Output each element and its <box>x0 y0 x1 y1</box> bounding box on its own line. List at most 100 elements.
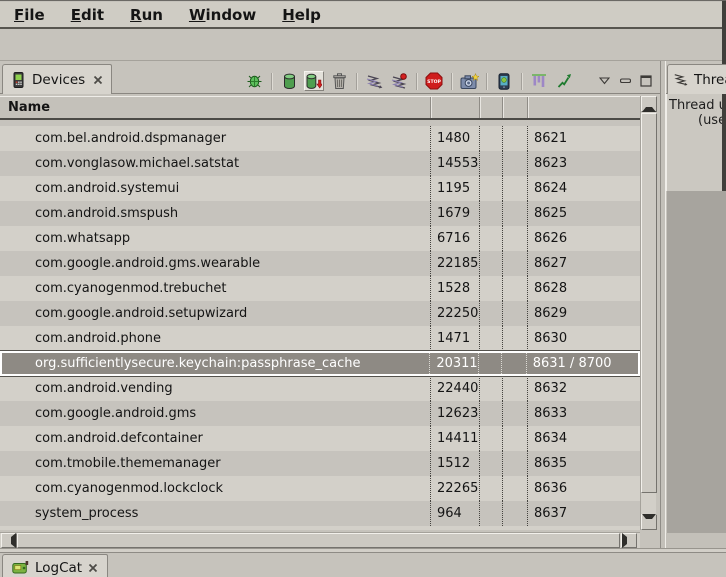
vertical-scrollbar[interactable] <box>640 96 656 530</box>
view-menu-icon[interactable] <box>596 71 612 91</box>
cell-pid: 22265 <box>430 476 479 501</box>
cell-port: 8635 <box>527 451 640 476</box>
cell-name: com.android.systemui <box>0 176 430 201</box>
cell-port: 8637 <box>527 501 640 526</box>
scroll-right-button[interactable] <box>621 533 637 548</box>
cell-3 <box>479 501 502 526</box>
menu-help[interactable]: Help <box>276 5 327 25</box>
cell-pid: 22440 <box>430 376 479 401</box>
table-row[interactable]: com.google.android.gms.wearable 22185 86… <box>0 251 640 276</box>
maximize-icon[interactable] <box>638 71 654 91</box>
menu-run[interactable]: Run <box>124 5 169 25</box>
cell-name: com.cyanogenmod.lockclock <box>0 476 430 501</box>
table-row[interactable]: com.bel.android.dspmanager 1480 8621 <box>0 126 640 151</box>
column-header-name[interactable]: Name <box>0 97 430 118</box>
table-row[interactable]: com.android.systemui 1195 8624 <box>0 176 640 201</box>
cell-3 <box>479 201 502 226</box>
cell-pid: 1512 <box>430 451 479 476</box>
table-header: Name <box>0 96 640 120</box>
cell-name: com.android.phone <box>0 326 430 351</box>
cell-name: com.whatsapp <box>0 226 430 251</box>
cell-port: 8623 <box>527 151 640 176</box>
tab-logcat-label: LogCat <box>35 560 82 576</box>
tab-logcat[interactable]: LogCat <box>2 554 108 577</box>
cause-gc-icon[interactable] <box>329 71 349 91</box>
update-threads-icon[interactable] <box>364 71 384 91</box>
stop-process-icon[interactable]: STOP <box>424 71 444 91</box>
device-view-icon[interactable] <box>494 71 514 91</box>
cell-3 <box>479 326 502 351</box>
minimize-icon[interactable] <box>617 71 633 91</box>
cell-3 <box>479 176 502 201</box>
table-row[interactable]: com.android.defcontainer 14411 8634 <box>0 426 640 451</box>
close-icon[interactable] <box>88 563 98 573</box>
tab-threads-label: Threads <box>694 72 726 88</box>
horizontal-scroll-thumb[interactable] <box>17 533 620 548</box>
scroll-left-button[interactable] <box>1 533 17 548</box>
tab-devices-label: Devices <box>32 72 85 88</box>
close-icon[interactable] <box>93 75 103 85</box>
stop-label: STOP <box>427 79 441 85</box>
dump-hprof-icon[interactable] <box>304 71 324 91</box>
update-heap-icon[interactable] <box>279 71 299 91</box>
devices-tabbar: Devices <box>0 61 660 94</box>
table-row[interactable]: org.sufficientlysecure.keychain:passphra… <box>0 351 640 376</box>
column-header-3[interactable] <box>479 97 502 118</box>
cell-name: com.cyanogenmod.trebuchet <box>0 276 430 301</box>
debug-icon[interactable] <box>244 71 264 91</box>
table-row[interactable]: com.google.android.setupwizard 22250 862… <box>0 301 640 326</box>
cell-4 <box>502 426 527 451</box>
table-row[interactable]: system_process 964 8637 <box>0 501 640 526</box>
tab-threads[interactable]: Threads <box>667 64 726 94</box>
cell-name: com.google.android.gms <box>0 401 430 426</box>
vertical-scroll-thumb[interactable] <box>641 113 657 493</box>
cell-name: com.google.android.gms.wearable <box>0 251 430 276</box>
column-header-4[interactable] <box>502 97 527 118</box>
menu-edit[interactable]: Edit <box>65 5 110 25</box>
devices-toolbar: STOP <box>244 71 654 91</box>
cell-name: com.bel.android.dspmanager <box>0 126 430 151</box>
menu-file[interactable]: File <box>8 5 51 25</box>
cell-4 <box>502 401 527 426</box>
cell-4 <box>502 501 527 526</box>
table-row[interactable]: com.android.vending 22440 8632 <box>0 376 640 401</box>
cell-name: com.android.defcontainer <box>0 426 430 451</box>
table-row[interactable]: com.cyanogenmod.trebuchet 1528 8628 <box>0 276 640 301</box>
table-row[interactable]: com.google.android.gms 12623 8633 <box>0 401 640 426</box>
cell-pid: 1195 <box>430 176 479 201</box>
horizontal-scrollbar[interactable] <box>0 532 640 548</box>
cell-4 <box>502 451 527 476</box>
cell-name: com.tmobile.thememanager <box>0 451 430 476</box>
cell-4 <box>502 326 527 351</box>
table-row[interactable]: com.whatsapp 6716 8626 <box>0 226 640 251</box>
screen-capture-icon[interactable] <box>459 71 479 91</box>
table-row[interactable]: com.cyanogenmod.lockclock 22265 8636 <box>0 476 640 501</box>
ddms-window: File Edit Run Window Help Devices <box>0 0 726 577</box>
cell-4 <box>502 226 527 251</box>
column-header-port[interactable] <box>527 97 640 118</box>
cell-pid: 1679 <box>430 201 479 226</box>
scroll-down-button[interactable] <box>641 514 657 530</box>
cell-3 <box>479 476 502 501</box>
logcat-tabbar: LogCat <box>0 553 726 577</box>
start-method-profiling-icon[interactable] <box>389 71 409 91</box>
systrace-icon[interactable] <box>529 71 549 91</box>
cell-pid: 20311 <box>429 353 478 374</box>
cell-pid: 14411 <box>430 426 479 451</box>
menu-window[interactable]: Window <box>183 5 262 25</box>
cell-3 <box>479 276 502 301</box>
table-body: com.bel.android.dspmanager 1480 8621 com… <box>0 121 640 530</box>
cell-port: 8624 <box>527 176 640 201</box>
cell-port: 8633 <box>527 401 640 426</box>
opengl-trace-icon[interactable] <box>554 71 574 91</box>
cell-3 <box>479 126 502 151</box>
table-row[interactable]: com.tmobile.thememanager 1512 8635 <box>0 451 640 476</box>
cell-port: 8630 <box>527 326 640 351</box>
column-header-pid[interactable] <box>430 97 479 118</box>
scroll-up-button[interactable] <box>641 96 657 112</box>
table-row[interactable]: com.android.smspush 1679 8625 <box>0 201 640 226</box>
table-row[interactable]: com.vonglasow.michael.satstat 14553 8623 <box>0 151 640 176</box>
tab-devices[interactable]: Devices <box>2 64 112 94</box>
cell-4 <box>501 353 526 374</box>
table-row[interactable]: com.android.phone 1471 8630 <box>0 326 640 351</box>
